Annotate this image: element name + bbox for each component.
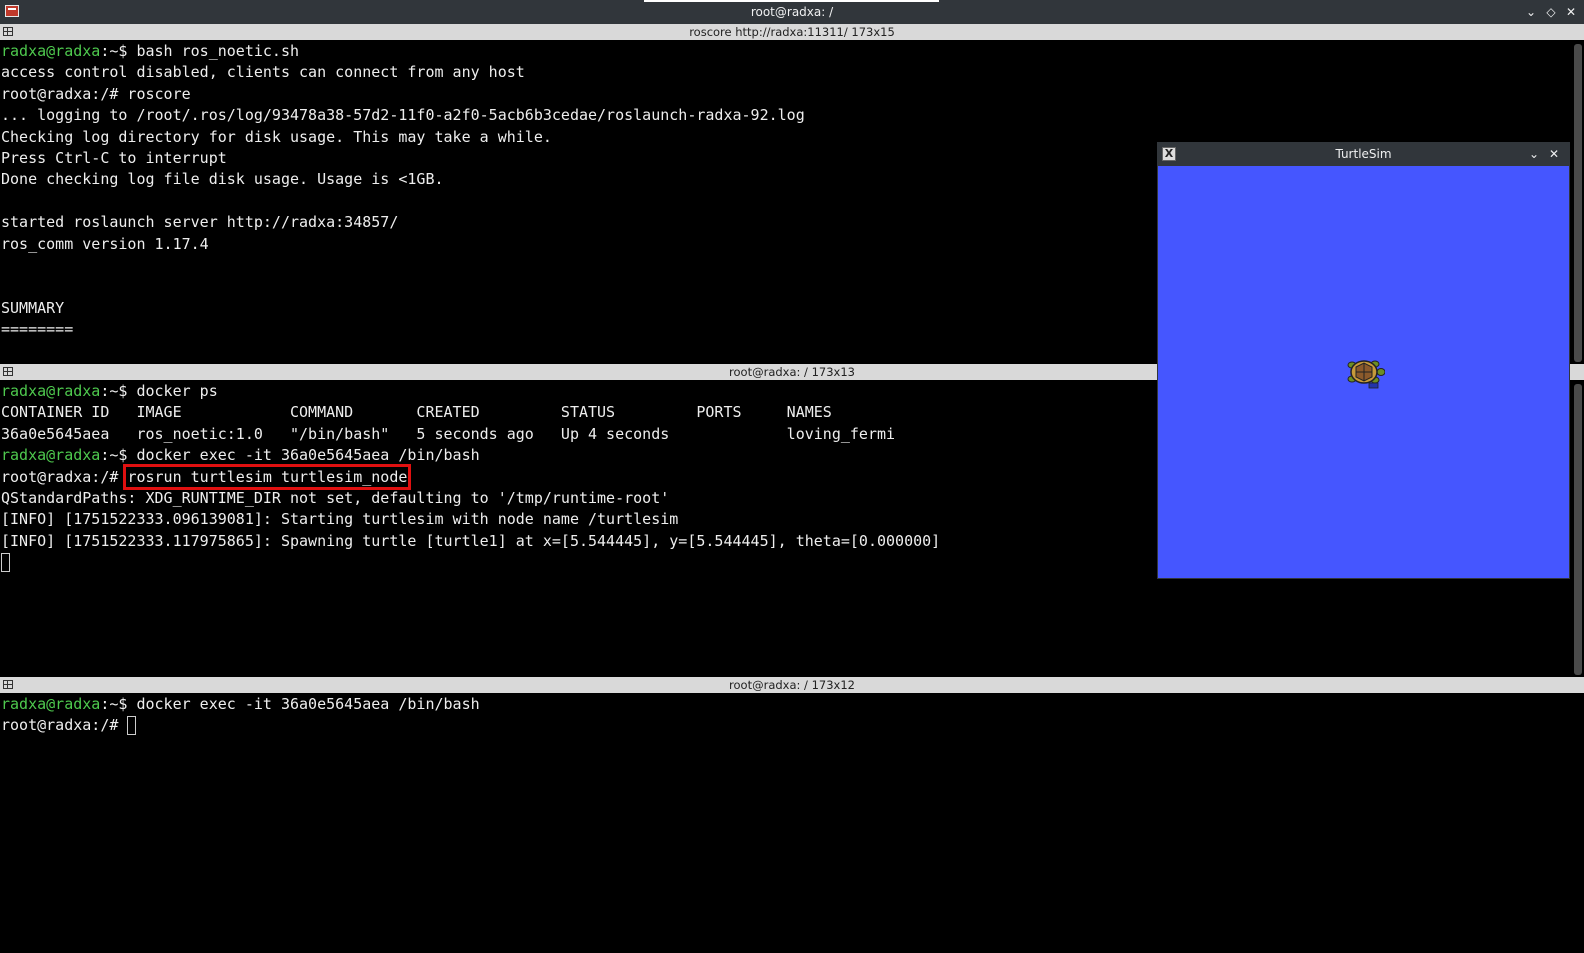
terminal-pane-shell[interactable]: radxa@radxa:~$ docker exec -it 36a0e5645… bbox=[0, 694, 1570, 953]
prompt-user: radxa@radxa bbox=[1, 382, 101, 400]
turtlesim-window[interactable]: X TurtleSim ⌄ ✕ bbox=[1157, 142, 1570, 579]
root-prompt: root@radxa:/# bbox=[1, 467, 128, 486]
prompt-user: radxa@radxa bbox=[1, 446, 101, 465]
terminal-cursor bbox=[127, 716, 137, 736]
turtlesim-close-button[interactable]: ✕ bbox=[1545, 145, 1563, 163]
prompt-command: :~$ docker exec -it 36a0e5645aea /bin/ba… bbox=[100, 446, 480, 465]
maximize-button[interactable]: ◇ bbox=[1542, 3, 1560, 21]
pane-title: roscore http://radxa:11311/ 173x15 bbox=[689, 25, 895, 39]
pane-scrollbar[interactable] bbox=[1574, 384, 1582, 675]
turtlesim-canvas[interactable] bbox=[1158, 166, 1569, 578]
pane-title: root@radxa: / 173x12 bbox=[729, 678, 855, 692]
minimize-button[interactable]: ⌄ bbox=[1522, 3, 1540, 21]
prompt-command: :~$ bash ros_noetic.sh bbox=[100, 42, 300, 60]
highlighted-command: rosrun turtlesim turtlesim_node bbox=[123, 463, 412, 490]
terminal-line: radxa@radxa:~$ docker exec -it 36a0e5645… bbox=[0, 694, 1570, 715]
prompt-command: :~$ docker exec -it 36a0e5645aea /bin/ba… bbox=[100, 695, 480, 713]
window-titlebar[interactable]: root@radxa: / ⌄ ◇ ✕ bbox=[0, 0, 1584, 24]
close-button[interactable]: ✕ bbox=[1562, 3, 1580, 21]
turtlesim-title: TurtleSim bbox=[1335, 147, 1392, 161]
terminal-line: root@radxa:/# bbox=[0, 715, 1570, 736]
window-title: root@radxa: / bbox=[750, 5, 834, 19]
terminal-line: ... logging to /root/.ros/log/93478a38-5… bbox=[1, 106, 805, 125]
pane-scrollbar[interactable] bbox=[1574, 44, 1582, 362]
turtlesim-minimize-button[interactable]: ⌄ bbox=[1525, 145, 1543, 163]
terminal-line: radxa@radxa:~$ bash ros_noetic.sh bbox=[0, 41, 1570, 62]
terminal-line: root@radxa:/# roscore bbox=[1, 84, 191, 103]
root-prompt: root@radxa:/# bbox=[1, 716, 128, 735]
turtle-icon bbox=[1347, 360, 1385, 389]
pane-roscore-bar[interactable]: roscore http://radxa:11311/ 173x15 bbox=[0, 24, 1584, 40]
prompt-user: radxa@radxa bbox=[1, 42, 101, 60]
prompt-command: :~$ docker ps bbox=[100, 382, 218, 400]
terminal-cursor bbox=[1, 553, 10, 573]
pane-shell-bar[interactable]: root@radxa: / 173x12 bbox=[0, 677, 1584, 693]
terminal-line: access control disabled, clients can con… bbox=[1, 63, 525, 82]
prompt-user: radxa@radxa bbox=[1, 695, 101, 713]
